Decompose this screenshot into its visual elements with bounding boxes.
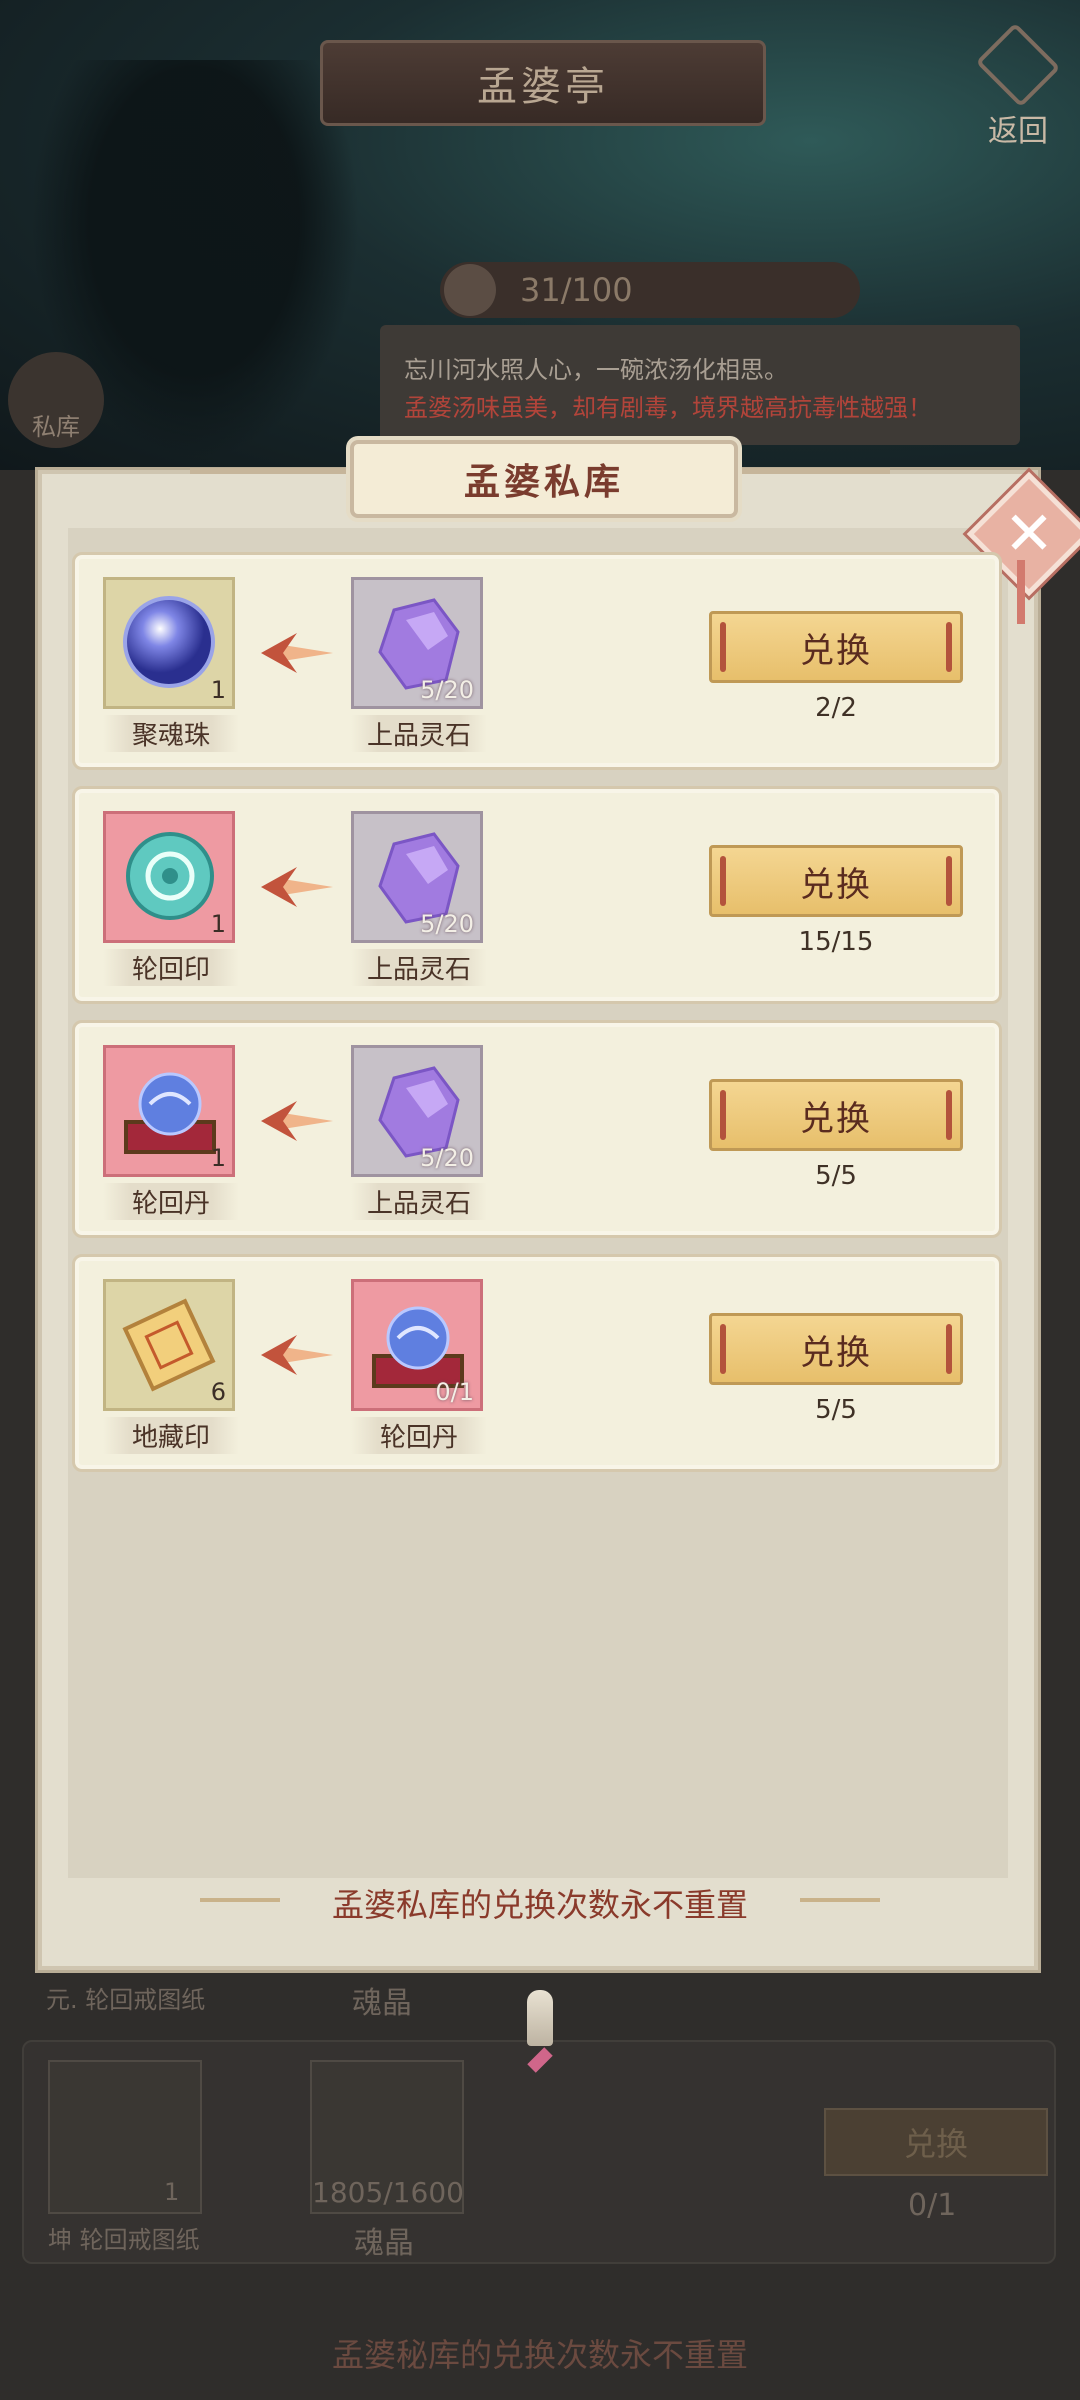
item-slot: 0/1 (351, 1279, 483, 1411)
back-button[interactable]: 返回 (968, 22, 1068, 149)
exchange-limit: 5/5 (815, 1161, 857, 1191)
exchange-arrow-icon (261, 633, 333, 673)
item-name: 轮回印 (103, 949, 239, 986)
exchange-arrow-icon (261, 1101, 333, 1141)
exchange-row: 1 聚魂珠 5/20 上品灵石 兑换 2/2 (72, 552, 1002, 770)
reward-item[interactable]: 6 地藏印 (103, 1279, 239, 1454)
reward-item[interactable]: 1 轮回印 (103, 811, 239, 986)
soup-counter-value: 31/100 (520, 271, 633, 309)
exchange-button[interactable]: 兑换 (709, 845, 963, 917)
exchange-arrow-icon (261, 1335, 333, 1375)
item-slot: 5/20 (351, 811, 483, 943)
item-count: 5/20 (420, 1144, 474, 1172)
header-ornament (190, 468, 350, 474)
item-count: 0/1 (435, 1378, 474, 1406)
stash-label: 私库 (32, 413, 80, 441)
page-title: 孟婆亭 (320, 40, 766, 126)
cost-item[interactable]: 5/20 上品灵石 (351, 1045, 487, 1220)
bg-exchange-limit: 0/1 (908, 2188, 957, 2223)
exchange-button[interactable]: 兑换 (709, 1313, 963, 1385)
cost-item[interactable]: 5/20 上品灵石 (351, 811, 487, 986)
exchange-limit: 2/2 (815, 693, 857, 723)
modal-footer-note: 孟婆私库的兑换次数永不重置 (331, 1886, 748, 1924)
item-count: 6 (210, 1378, 226, 1406)
item-slot: 6 (103, 1279, 235, 1411)
item-name: 轮回丹 (351, 1417, 487, 1454)
cost-item[interactable]: 0/1 轮回丹 (351, 1279, 487, 1454)
header-ornament (730, 468, 890, 474)
exchange-row: 6 地藏印 0/1 轮回丹 兑换 5/5 (72, 1254, 1002, 1472)
speech-line-1: 忘川河水照人心，一碗浓汤化相思。 (404, 356, 788, 384)
exchange-row: 1 轮回丹 5/20 上品灵石 兑换 5/5 (72, 1020, 1002, 1238)
soup-bowl-icon (444, 264, 496, 316)
item-slot: 1 (103, 811, 235, 943)
exchange-row: 1 轮回印 5/20 上品灵石 兑换 15/15 (72, 786, 1002, 1004)
bg-item-label: 元. 轮回戒图纸 (46, 1986, 206, 2014)
bg-item-count: 1 (164, 2178, 180, 2206)
bell-icon (527, 1990, 553, 2046)
item-count: 1 (210, 1144, 226, 1172)
exchange-button[interactable]: 兑换 (709, 1079, 963, 1151)
item-slot: 1 (103, 1045, 235, 1177)
back-icon (975, 22, 1061, 108)
stash-button[interactable]: 私库 (8, 352, 104, 448)
item-slot: 1 (103, 577, 235, 709)
exchange-limit: 15/15 (798, 927, 874, 957)
bg-item-label: 魂晶 (354, 2226, 414, 2261)
reward-item[interactable]: 1 聚魂珠 (103, 577, 239, 752)
item-name: 上品灵石 (351, 949, 487, 986)
exchange-arrow-icon (261, 867, 333, 907)
speech-line-2: 孟婆汤味虽美，却有剧毒，境界越高抗毒性越强！ (404, 394, 932, 422)
item-name: 地藏印 (103, 1417, 239, 1454)
bg-footer-note: 孟婆秘库的兑换次数永不重置 (331, 2336, 748, 2374)
back-label: 返回 (988, 114, 1048, 149)
soup-counter: 31/100 (440, 262, 860, 318)
exchange-limit: 5/5 (815, 1395, 857, 1425)
item-count: 1 (210, 676, 226, 704)
item-count: 1 (210, 910, 226, 938)
bg-item-label: 魂晶 (352, 1986, 412, 2021)
tassel-decoration (1017, 560, 1025, 624)
reward-item[interactable]: 1 轮回丹 (103, 1045, 239, 1220)
cost-item[interactable]: 5/20 上品灵石 (351, 577, 487, 752)
item-slot: 5/20 (351, 577, 483, 709)
bg-item-count: 1805/1600 (312, 2176, 464, 2209)
bg-item-label: 坤 轮回戒图纸 (48, 2226, 200, 2254)
background-exchange-row: 1 1805/1600 坤 轮回戒图纸 魂晶 兑换 0/1 (22, 2040, 1056, 2264)
item-count: 5/20 (420, 910, 474, 938)
modal-title: 孟婆私库 (350, 440, 738, 518)
exchange-button[interactable]: 兑换 (709, 611, 963, 683)
item-name: 上品灵石 (351, 1183, 487, 1220)
item-name: 轮回丹 (103, 1183, 239, 1220)
bg-exchange-button: 兑换 (824, 2108, 1048, 2176)
item-name: 聚魂珠 (103, 715, 239, 752)
item-slot: 5/20 (351, 1045, 483, 1177)
item-count: 5/20 (420, 676, 474, 704)
speech-box: 忘川河水照人心，一碗浓汤化相思。 孟婆汤味虽美，却有剧毒，境界越高抗毒性越强！ (380, 325, 1020, 445)
item-name: 上品灵石 (351, 715, 487, 752)
